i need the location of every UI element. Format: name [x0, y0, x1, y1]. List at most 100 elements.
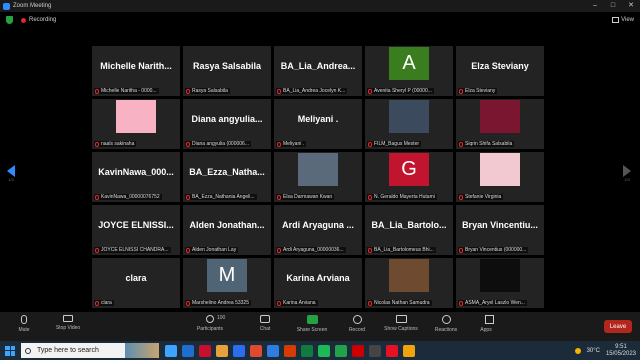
- close-button[interactable]: ✕: [622, 0, 640, 12]
- weather-temp: 30°C: [586, 347, 600, 354]
- taskbar-app-icon[interactable]: [369, 344, 381, 357]
- participant-display-name: JOYCE ELNISSI...: [98, 220, 174, 230]
- view-button[interactable]: View: [612, 17, 634, 23]
- muted-microphone-icon: [368, 300, 372, 306]
- participant-tile[interactable]: Diana angyulia... Diana angyulia (000006.…: [183, 99, 271, 149]
- share-screen-label: Share Screen: [296, 327, 328, 333]
- participant-tile[interactable]: Elza Steviany Elza Steviany: [456, 46, 544, 96]
- taskbar-app-icon[interactable]: [267, 344, 279, 357]
- taskbar-app-icon[interactable]: [301, 344, 313, 357]
- taskbar-app-icon[interactable]: [403, 344, 415, 357]
- participant-name: JOYCE ELNISSI CHANDRA...: [101, 247, 169, 253]
- participant-tile[interactable]: Rasya Salsabila Rasya Salsabila: [183, 46, 271, 96]
- taskbar-app-icon[interactable]: [335, 344, 347, 357]
- windows-taskbar: Type here to search 30°C 9:51 15/05/2023: [0, 341, 640, 360]
- recording-label: Recording: [29, 17, 57, 23]
- taskbar-clock[interactable]: 9:51 15/05/2023: [606, 344, 636, 358]
- apps-label: Apps: [480, 327, 492, 333]
- taskbar-search-box[interactable]: Type here to search: [21, 343, 159, 358]
- taskbar-app-icon[interactable]: [352, 344, 364, 357]
- participant-display-name: Elza Steviany: [471, 61, 529, 71]
- taskbar-app-icon[interactable]: [233, 344, 245, 357]
- participant-tile[interactable]: Nicolas Nathan Samudra: [365, 258, 453, 308]
- taskbar-apps: [165, 344, 415, 357]
- participant-tile[interactable]: BA_Ezza_Natha... BA_Ezza_Nathania Angeli.…: [183, 152, 271, 202]
- apps-button[interactable]: Apps: [466, 315, 506, 333]
- participant-tile[interactable]: Karina Arviana Karina Arviana: [274, 258, 362, 308]
- participant-tile[interactable]: Alden Jonathan... Alden Jonathan Lay: [183, 205, 271, 255]
- participant-tile[interactable]: Siqrin Shifa Salsabila: [456, 99, 544, 149]
- search-placeholder: Type here to search: [37, 347, 99, 354]
- muted-microphone-icon: [186, 88, 190, 94]
- taskbar-app-icon[interactable]: [386, 344, 398, 357]
- page-indicator-right: 1/3: [624, 177, 630, 182]
- meeting-toolbar: Mute Stop Video Participants 100 Chat Sh…: [0, 312, 640, 341]
- muted-microphone-icon: [186, 141, 190, 147]
- reactions-button[interactable]: Reactions: [426, 315, 466, 333]
- search-highlight-image: [125, 343, 159, 358]
- minimize-button[interactable]: –: [586, 0, 604, 12]
- show-captions-button[interactable]: Show Captions: [381, 315, 421, 332]
- participant-name: KavinNawa_00000076752: [101, 194, 160, 200]
- participant-tile[interactable]: ASMA_Aryel Laszlo Wen...: [456, 258, 544, 308]
- previous-page-button[interactable]: 1/3: [6, 165, 16, 183]
- participant-tile[interactable]: G N. Geraldo Mayerta Hutami: [365, 152, 453, 202]
- leave-button[interactable]: Leave: [604, 320, 632, 333]
- maximize-button[interactable]: □: [604, 0, 622, 12]
- participant-name-tag: N. Geraldo Mayerta Hutami: [367, 194, 437, 200]
- muted-microphone-icon: [277, 247, 281, 253]
- taskbar-app-icon[interactable]: [216, 344, 228, 357]
- taskbar-app-icon[interactable]: [250, 344, 262, 357]
- participant-tile[interactable]: M Marshelino Andrea 53325: [183, 258, 271, 308]
- record-button[interactable]: Record: [337, 315, 377, 333]
- muted-microphone-icon: [277, 141, 281, 147]
- participant-tile[interactable]: clara clara: [92, 258, 180, 308]
- participant-name: Alden Jonathan Lay: [192, 247, 237, 253]
- participant-tile[interactable]: FILM_Bagus Mester: [365, 99, 453, 149]
- show-captions-label: Show Captions: [384, 326, 418, 332]
- windows-start-icon[interactable]: [5, 345, 15, 356]
- participant-tile[interactable]: A Avenita Sheryl P (00000...: [365, 46, 453, 96]
- participant-tile[interactable]: KavinNawa_000... KavinNawa_00000076752: [92, 152, 180, 202]
- participant-display-name: Karina Arviana: [286, 273, 350, 283]
- record-label: Record: [348, 327, 366, 333]
- stop-video-button[interactable]: Stop Video: [48, 315, 88, 331]
- participant-tile[interactable]: Ardi Aryaguna ... Ardi Aryaguna_00000036.…: [274, 205, 362, 255]
- taskbar-app-icon[interactable]: [284, 344, 296, 357]
- taskbar-app-icon[interactable]: [182, 344, 194, 357]
- participant-photo: [298, 153, 338, 186]
- participant-name: Michelle Naritha - 0000...: [101, 88, 157, 94]
- muted-microphone-icon: [95, 247, 99, 253]
- participant-name: BA_Lia_Andrea Jocelyn K...: [283, 88, 346, 94]
- share-screen-icon: [306, 315, 318, 324]
- muted-microphone-icon: [95, 300, 99, 306]
- chat-icon: [260, 315, 270, 323]
- mute-button[interactable]: Mute: [4, 315, 44, 333]
- participant-name-tag: ASMA_Aryel Laszlo Wen...: [458, 300, 527, 306]
- participant-display-name: Alden Jonathan...: [189, 220, 265, 230]
- participant-name: ASMA_Aryel Laszlo Wen...: [465, 300, 525, 306]
- participant-tile[interactable]: Stefanie Virginia: [456, 152, 544, 202]
- next-page-button[interactable]: 1/3: [622, 165, 632, 183]
- participant-tile[interactable]: Elsa Darmawan Kwan: [274, 152, 362, 202]
- participant-tile[interactable]: Bryan Vincentiu... Bryan Vincentius (0000…: [456, 205, 544, 255]
- participant-tile[interactable]: BA_Lia_Andrea... BA_Lia_Andrea Jocelyn K.…: [274, 46, 362, 96]
- share-screen-button[interactable]: Share Screen: [292, 315, 332, 333]
- participant-name-tag: FILM_Bagus Mester: [367, 141, 422, 147]
- participants-count: 100: [217, 315, 226, 321]
- participant-tile[interactable]: Michelle Narith... Michelle Naritha - 000…: [92, 46, 180, 96]
- participant-tile[interactable]: JOYCE ELNISSI... JOYCE ELNISSI CHANDRA...: [92, 205, 180, 255]
- taskbar-app-icon[interactable]: [165, 344, 177, 357]
- muted-microphone-icon: [459, 300, 463, 306]
- participant-name: Elsa Darmawan Kwan: [283, 194, 333, 200]
- participant-tile[interactable]: Meliyani . Meliyani .: [274, 99, 362, 149]
- security-shield-icon[interactable]: [6, 16, 13, 24]
- participant-name: Marshelino Andrea 53325: [192, 300, 249, 306]
- zoom-logo-icon: [3, 2, 10, 10]
- taskbar-app-icon[interactable]: [318, 344, 330, 357]
- participant-tile[interactable]: naals sakinaha: [92, 99, 180, 149]
- participant-display-name: BA_Lia_Bartolo...: [371, 220, 447, 230]
- taskbar-app-icon[interactable]: [199, 344, 211, 357]
- participant-tile[interactable]: BA_Lia_Bartolo... BA_Lia_Bartolomeus Bhi.…: [365, 205, 453, 255]
- chat-button[interactable]: Chat: [245, 315, 285, 332]
